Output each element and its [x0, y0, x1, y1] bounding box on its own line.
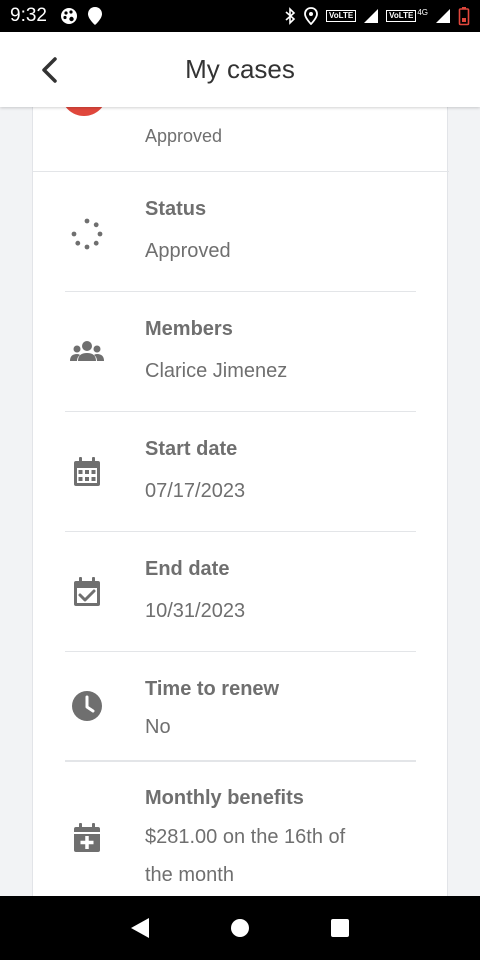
end-date-value: 10/31/2023 — [145, 600, 246, 622]
collapse-button[interactable] — [381, 107, 425, 114]
square-recents-icon — [331, 919, 349, 937]
members-value: Clarice Jimenez — [145, 360, 288, 382]
spinner-dots-icon — [69, 216, 105, 252]
volte-badge-2: VoLTE — [386, 10, 417, 22]
monthly-benefits-value: $281.00 on the 16th of the month — [145, 826, 346, 886]
nav-home-button[interactable] — [220, 908, 260, 948]
status-label: Status — [145, 198, 207, 220]
notification-icons — [59, 6, 103, 26]
end-date-label: End date — [145, 558, 230, 580]
calendar-plus-icon — [69, 820, 105, 856]
time-to-renew-label: Time to renew — [145, 678, 280, 700]
location-pin-icon — [87, 7, 102, 25]
time-to-renew-value: No — [145, 716, 171, 738]
signal-icon — [364, 9, 379, 23]
monthly-benefits-label: Monthly benefits — [145, 787, 304, 809]
status-time: 9:32 — [10, 5, 47, 26]
calendar-check-icon — [69, 574, 105, 610]
end-date-row: End date 10/31/2023 — [65, 532, 416, 652]
nav-recents-button[interactable] — [320, 908, 360, 948]
status-row: Status Approved — [65, 172, 416, 292]
calendar-icon — [69, 454, 105, 490]
status-right-icons: VoLTE VoLTE 4G — [284, 6, 470, 26]
time-to-renew-row: Time to renew No — [65, 652, 416, 762]
triangle-back-icon — [131, 918, 149, 938]
nav-back-button[interactable] — [120, 908, 160, 948]
chevron-up-icon — [388, 107, 418, 109]
circle-home-icon — [231, 919, 249, 937]
status-bar: 9:32 VoLTE VoLTE 4G — [0, 0, 480, 32]
location-icon — [304, 7, 318, 25]
system-nav-bar — [0, 896, 480, 960]
page-title: My cases — [185, 54, 295, 84]
food-utensils-icon — [61, 107, 107, 116]
palette-icon — [60, 8, 77, 24]
signal-icon-2 — [436, 9, 450, 23]
back-button[interactable] — [28, 50, 72, 90]
cases-content[interactable]: Approved Status Approved Members Clarice… — [0, 107, 480, 896]
case-card: Approved Status Approved Members Clarice… — [32, 107, 449, 896]
members-label: Members — [145, 318, 233, 340]
volte-badge: VoLTE — [326, 10, 357, 22]
members-row: Members Clarice Jimenez — [65, 292, 416, 412]
app-bar: My cases — [0, 32, 480, 107]
start-date-value: 07/17/2023 — [145, 480, 246, 502]
start-date-label: Start date — [145, 438, 238, 460]
chevron-left-icon — [42, 57, 57, 83]
group-icon — [69, 334, 105, 370]
start-date-row: Start date 07/17/2023 — [65, 412, 416, 532]
network-type: 4G — [417, 7, 428, 17]
clock-icon — [69, 688, 105, 724]
status-value: Approved — [145, 240, 231, 262]
case-header-status: Approved — [145, 126, 223, 146]
monthly-benefits-row: Monthly benefits $281.00 on the 16th of … — [65, 762, 416, 896]
battery-low-icon — [458, 7, 470, 26]
bluetooth-icon — [285, 7, 296, 25]
case-card-header[interactable]: Approved — [33, 107, 449, 172]
